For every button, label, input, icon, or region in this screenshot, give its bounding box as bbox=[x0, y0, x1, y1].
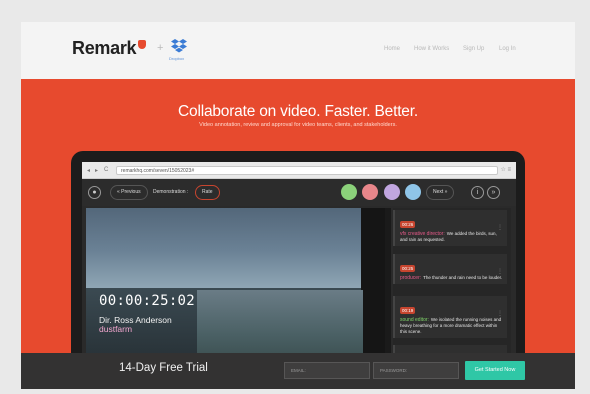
plus-sign: + bbox=[157, 42, 164, 54]
comment-more-icon[interactable]: ⋮ bbox=[497, 224, 503, 231]
reload-icon[interactable]: C bbox=[104, 167, 108, 173]
project-breadcrumb: Demonstration : bbox=[153, 189, 189, 195]
page-frame: Remark + Dropbox Home How it Works Sign … bbox=[21, 22, 575, 389]
comment-body: sound editor: We isolated the running noi… bbox=[400, 317, 503, 335]
remark-logo[interactable]: Remark bbox=[72, 38, 137, 59]
video-sky bbox=[86, 208, 385, 288]
hero-subtitle: Video annotation, review and approval fo… bbox=[199, 122, 397, 128]
comment-timestamp[interactable]: 00:19 bbox=[400, 307, 416, 314]
forward-icon[interactable]: ▸ bbox=[95, 167, 98, 174]
timecode: 00:00:25:02 bbox=[99, 293, 196, 309]
previous-button[interactable]: « Previous bbox=[110, 185, 148, 200]
comment-author: producer: bbox=[400, 275, 422, 281]
nav-how-it-works[interactable]: How it Works bbox=[414, 46, 449, 52]
rate-pill[interactable]: Rate bbox=[195, 185, 220, 200]
avatar[interactable] bbox=[384, 184, 400, 200]
comment-text: The thunder and rain need to be louder. bbox=[423, 275, 503, 280]
comment-timestamp[interactable]: 00:25 bbox=[400, 265, 416, 272]
info-icon[interactable]: i bbox=[471, 186, 484, 199]
get-started-button[interactable]: Get Started Now bbox=[465, 361, 525, 380]
comment-timestamp[interactable]: 00:26 bbox=[400, 221, 416, 228]
hero-title: Collaborate on video. Faster. Better. bbox=[178, 103, 418, 120]
next-button[interactable]: Next » bbox=[426, 185, 455, 200]
browser-menu-icon[interactable]: ☆ ≡ bbox=[500, 166, 511, 173]
dropbox-icon bbox=[171, 39, 187, 53]
avatar[interactable] bbox=[362, 184, 378, 200]
nav-home[interactable]: Home bbox=[384, 46, 400, 52]
company-credit: dustfarm bbox=[99, 324, 133, 334]
signup-bar: 14-Day Free Trial EMAIL: PASSWORD: Get S… bbox=[21, 353, 575, 389]
nav-sign-up[interactable]: Sign Up bbox=[463, 46, 484, 52]
trial-heading: 14-Day Free Trial bbox=[119, 362, 208, 374]
site-header: Remark + Dropbox Home How it Works Sign … bbox=[21, 22, 575, 79]
app-toolbar: ● « Previous Demonstration : Rate Next »… bbox=[82, 179, 516, 206]
next-circle-icon[interactable]: » bbox=[487, 186, 500, 199]
dropbox-label: Dropbox bbox=[169, 56, 185, 61]
home-circle-icon[interactable]: ● bbox=[88, 186, 101, 199]
comment-item[interactable]: 00:19 sound editor: We isolated the runni… bbox=[393, 296, 507, 338]
back-icon[interactable]: ◂ bbox=[87, 167, 90, 174]
avatar[interactable] bbox=[405, 184, 421, 200]
email-field[interactable]: EMAIL: bbox=[284, 362, 370, 379]
comment-body: vfx creative director: We added the birds… bbox=[400, 231, 503, 243]
comment-more-icon[interactable]: ⋮ bbox=[497, 268, 503, 275]
comment-item[interactable]: 00:26 vfx creative director: We added the… bbox=[393, 210, 507, 246]
nav-log-in[interactable]: Log In bbox=[499, 46, 516, 52]
avatar[interactable] bbox=[341, 184, 357, 200]
remark-logo-badge-icon bbox=[138, 40, 146, 49]
password-field[interactable]: PASSWORD: bbox=[373, 362, 459, 379]
browser-chrome: ◂ ▸ C remarkhq.com/seven/15052023# ☆ ≡ bbox=[82, 162, 516, 179]
comment-body: producer: The thunder and rain need to be… bbox=[400, 275, 503, 281]
comment-more-icon[interactable]: ⋮ bbox=[497, 310, 503, 317]
comment-item[interactable]: 00:25 producer: The thunder and rain need… bbox=[393, 254, 507, 284]
url-bar[interactable]: remarkhq.com/seven/15052023# bbox=[116, 166, 498, 175]
